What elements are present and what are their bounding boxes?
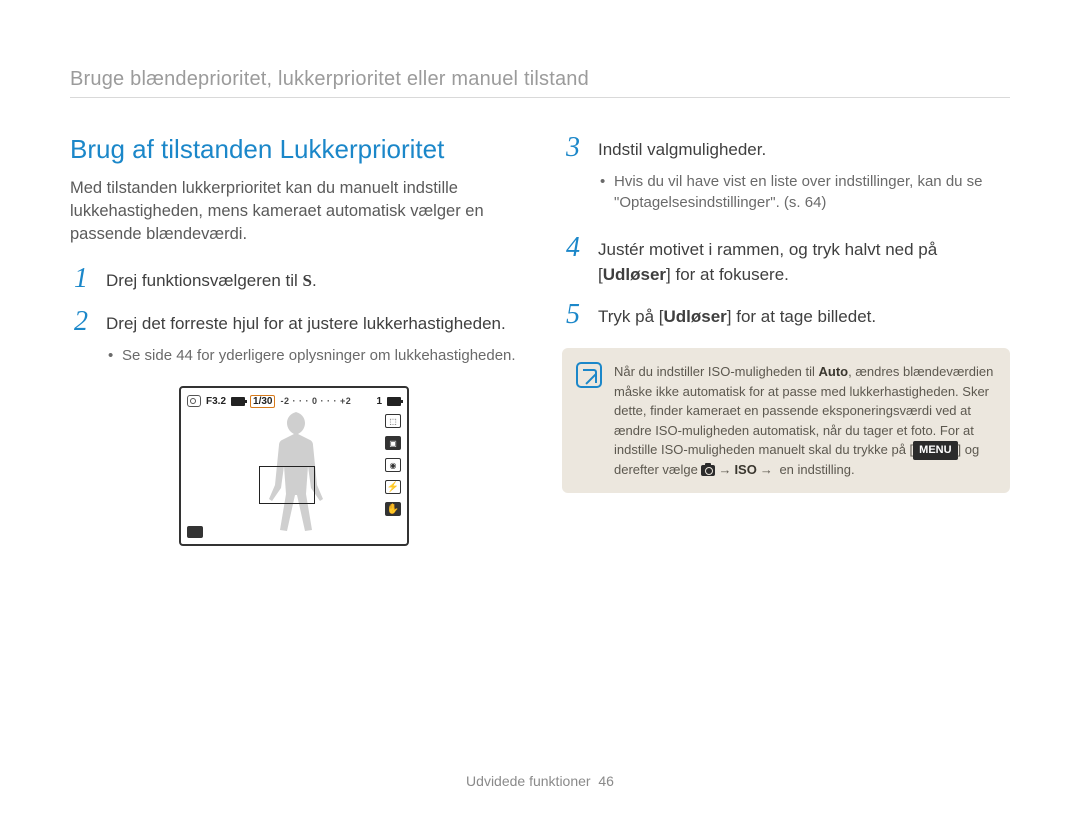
camera-display-illustration: F3.2 1/30 -2 · · · 0 · · · +2 1 ⬚ ▣ ◉ bbox=[179, 386, 409, 546]
note-auto: Auto bbox=[818, 364, 848, 379]
step-number: 2 bbox=[70, 308, 92, 336]
drive-mode-icon bbox=[187, 526, 203, 538]
breadcrumb: Bruge blændeprioritet, lukkerprioritet e… bbox=[70, 68, 1010, 91]
shutter-label: Udløser bbox=[664, 307, 727, 326]
arrow-icon: → bbox=[715, 462, 734, 477]
step-number: 3 bbox=[562, 134, 584, 162]
step-5: 5 Tryk på [Udløser] for at tage billedet… bbox=[562, 301, 1010, 330]
mode-dial-s-icon: S bbox=[303, 269, 312, 294]
step-number: 5 bbox=[562, 301, 584, 329]
note-end: en indstilling. bbox=[776, 462, 855, 477]
camera-icon bbox=[701, 465, 715, 476]
right-column: 3 Indstil valgmuligheder. Hvis du vil ha… bbox=[562, 134, 1010, 546]
intro-paragraph: Med tilstanden lukkerprioritet kan du ma… bbox=[70, 177, 518, 245]
step-5-post: ] for at tage billedet. bbox=[727, 307, 876, 326]
note-iso: ISO bbox=[734, 462, 756, 477]
ev-scale: -2 · · · 0 · · · +2 bbox=[280, 396, 351, 406]
step-number: 4 bbox=[562, 234, 584, 262]
aperture-value: F3.2 bbox=[206, 396, 226, 407]
shot-counter: 1 bbox=[376, 396, 382, 407]
page-footer: Udvidede funktioner 46 bbox=[0, 773, 1080, 789]
step-1-text-pre: Drej funktionsvælgeren til bbox=[106, 271, 303, 290]
step-3: 3 Indstil valgmuligheder. Hvis du vil ha… bbox=[562, 134, 1010, 220]
menu-button-icon: MENU bbox=[913, 441, 957, 460]
note-icon bbox=[576, 362, 602, 388]
arrow-icon: → bbox=[757, 462, 776, 477]
note-pre: Når du indstiller ISO-muligheden til bbox=[614, 364, 818, 379]
step-3-bullet: Hvis du vil have vist en liste over inds… bbox=[598, 171, 1010, 215]
step-2-text: Drej det forreste hjul for at justere lu… bbox=[106, 314, 506, 333]
info-note: Når du indstiller ISO-muligheden til Aut… bbox=[562, 348, 1010, 493]
footer-page-number: 46 bbox=[598, 773, 614, 789]
note-text: Når du indstiller ISO-muligheden til Aut… bbox=[614, 362, 994, 479]
battery-icon bbox=[231, 397, 245, 406]
step-4: 4 Justér motivet i rammen, og tryk halvt… bbox=[562, 234, 1010, 287]
flash-icon bbox=[385, 480, 401, 494]
step-number: 1 bbox=[70, 265, 92, 293]
image-size-icon: ⬚ bbox=[385, 414, 401, 428]
battery-level-icon bbox=[387, 397, 401, 406]
left-column: Brug af tilstanden Lukkerprioritet Med t… bbox=[70, 134, 518, 546]
step-1: 1 Drej funktionsvælgeren til S. bbox=[70, 265, 518, 294]
step-4-post: ] for at fokusere. bbox=[666, 265, 789, 284]
step-1-text-post: . bbox=[312, 271, 317, 290]
shutter-label: Udløser bbox=[603, 265, 666, 284]
step-2-bullet: Se side 44 for yderligere oplysninger om… bbox=[106, 345, 518, 367]
metering-icon: ◉ bbox=[385, 458, 401, 472]
footer-section: Udvidede funktioner bbox=[466, 773, 591, 789]
step-3-text: Indstil valgmuligheder. bbox=[598, 140, 766, 159]
focus-frame bbox=[259, 466, 315, 504]
mode-indicator-icon bbox=[187, 395, 201, 407]
section-heading: Brug af tilstanden Lukkerprioritet bbox=[70, 134, 518, 165]
quality-icon: ▣ bbox=[385, 436, 401, 450]
step-5-pre: Tryk på [ bbox=[598, 307, 664, 326]
stabilizer-icon bbox=[385, 502, 401, 516]
step-2: 2 Drej det forreste hjul for at justere … bbox=[70, 308, 518, 372]
divider bbox=[70, 97, 1010, 98]
